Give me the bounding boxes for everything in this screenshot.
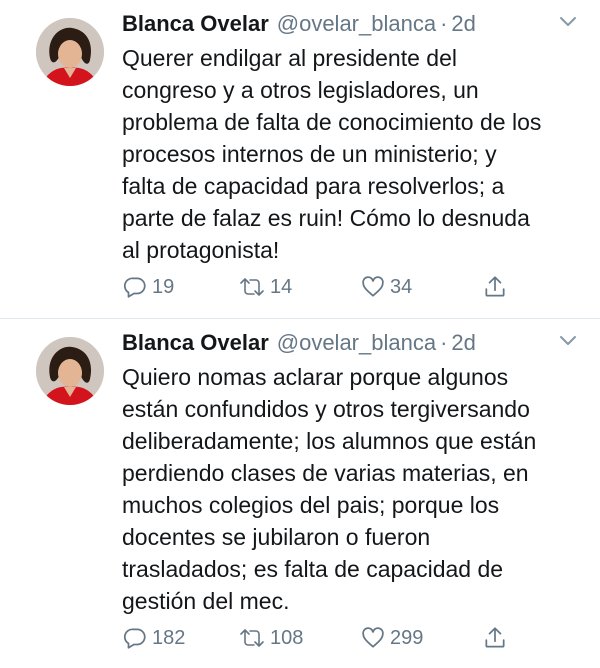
share-icon bbox=[482, 274, 508, 300]
tweet: Blanca Ovelar @ovelar_blanca · 2d Quiero no… bbox=[0, 319, 600, 668]
retweet-icon bbox=[238, 625, 266, 651]
share-button[interactable] bbox=[482, 272, 508, 302]
share-button[interactable] bbox=[482, 623, 508, 653]
tweet-age[interactable]: 2d bbox=[451, 11, 475, 36]
tweet-actions: 182 108 299 bbox=[122, 623, 582, 653]
chevron-down-icon[interactable] bbox=[558, 333, 578, 347]
tweet-age[interactable]: 2d bbox=[451, 330, 475, 355]
avatar[interactable] bbox=[36, 18, 104, 86]
heart-icon bbox=[360, 274, 386, 300]
retweet-button[interactable]: 14 bbox=[238, 272, 292, 302]
author-handle[interactable]: @ovelar_blanca bbox=[277, 11, 436, 36]
author-name[interactable]: Blanca Ovelar bbox=[122, 330, 269, 355]
reply-icon bbox=[122, 625, 148, 651]
reply-button[interactable]: 182 bbox=[122, 623, 185, 653]
avatar[interactable] bbox=[36, 337, 104, 405]
reply-count: 19 bbox=[152, 275, 175, 298]
heart-icon bbox=[360, 625, 386, 651]
reply-button[interactable]: 19 bbox=[122, 272, 174, 302]
retweet-icon bbox=[238, 274, 266, 300]
reply-icon bbox=[122, 274, 148, 300]
tweet: Blanca Ovelar @ovelar_blanca · 2d Querer en… bbox=[0, 0, 600, 318]
tweet-text: Quiero nomas aclarar porque algunos está… bbox=[122, 364, 537, 614]
chevron-down-icon[interactable] bbox=[558, 14, 578, 28]
tweet-actions: 19 14 34 bbox=[122, 272, 582, 302]
retweet-count: 14 bbox=[270, 275, 293, 298]
share-icon bbox=[482, 625, 508, 651]
author-name[interactable]: Blanca Ovelar bbox=[122, 11, 269, 36]
tweet-header: Blanca Ovelar @ovelar_blanca · 2d bbox=[122, 10, 476, 38]
tweet-text: Querer endilgar al presidente del congre… bbox=[122, 45, 542, 263]
retweet-button[interactable]: 108 bbox=[238, 623, 303, 653]
separator: · bbox=[440, 11, 448, 36]
like-button[interactable]: 34 bbox=[360, 272, 412, 302]
like-count: 34 bbox=[390, 275, 413, 298]
author-handle[interactable]: @ovelar_blanca bbox=[277, 330, 436, 355]
retweet-count: 108 bbox=[270, 626, 304, 649]
separator: · bbox=[440, 330, 448, 355]
reply-count: 182 bbox=[152, 626, 186, 649]
tweet-header: Blanca Ovelar @ovelar_blanca · 2d bbox=[122, 329, 476, 357]
like-button[interactable]: 299 bbox=[360, 623, 423, 653]
like-count: 299 bbox=[390, 626, 424, 649]
